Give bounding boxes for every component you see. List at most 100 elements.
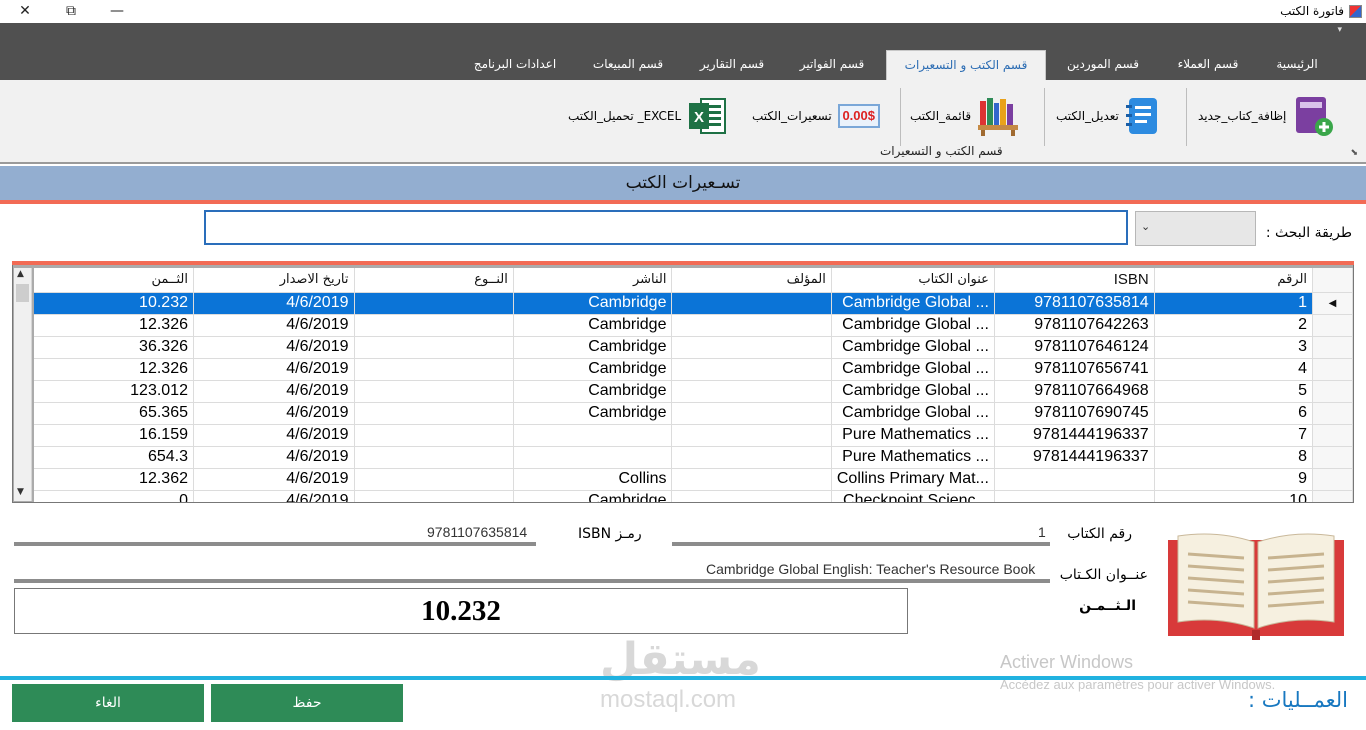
- row-header[interactable]: [1312, 336, 1353, 359]
- cell-release-date[interactable]: 4/6/2019: [193, 468, 355, 491]
- cell-author[interactable]: [671, 424, 832, 447]
- cell-publisher[interactable]: Cambridge: [513, 292, 673, 315]
- cell-release-date[interactable]: 4/6/2019: [193, 380, 355, 403]
- cancel-button[interactable]: الغاء: [12, 684, 204, 722]
- cell-isbn[interactable]: 9781107690745: [994, 402, 1155, 425]
- book-number-value[interactable]: 1: [1038, 524, 1046, 540]
- cell-number[interactable]: 8: [1154, 446, 1314, 469]
- group-launcher-icon[interactable]: ⬊: [1350, 148, 1358, 158]
- column-header-type[interactable]: النــوع: [354, 268, 514, 293]
- table-row[interactable]: 65.365 4/6/2019 Cambridge Cambridge Global …: [34, 402, 1353, 425]
- book-title-value[interactable]: Cambridge Global English: Teacher's Reso…: [706, 561, 1035, 577]
- vertical-scrollbar[interactable]: ▲ ▼: [14, 268, 32, 501]
- cell-title[interactable]: Collins Primary Mat...: [831, 468, 995, 491]
- tab-suppliers[interactable]: قسم الموردين: [1050, 50, 1156, 80]
- cell-price[interactable]: 10.232: [34, 292, 194, 315]
- save-button[interactable]: حفظ: [211, 684, 403, 722]
- cell-release-date[interactable]: 4/6/2019: [193, 490, 355, 502]
- cell-type[interactable]: [354, 358, 514, 381]
- cell-publisher[interactable]: Cambridge: [513, 380, 673, 403]
- close-icon[interactable]: ✕: [14, 2, 36, 20]
- tab-reports[interactable]: قسم التقارير: [684, 50, 780, 80]
- cell-number[interactable]: 3: [1154, 336, 1314, 359]
- cell-release-date[interactable]: 4/6/2019: [193, 336, 355, 359]
- minimize-icon[interactable]: —: [106, 2, 128, 20]
- table-row[interactable]: 12.326 4/6/2019 Cambridge Cambridge Global …: [34, 314, 1353, 337]
- cell-price[interactable]: 654.3: [34, 446, 194, 469]
- scroll-up-icon[interactable]: ▲: [17, 269, 24, 279]
- cell-isbn[interactable]: 9781107635814: [994, 292, 1155, 315]
- cell-title[interactable]: Cambridge Global ...: [831, 336, 995, 359]
- column-header-number[interactable]: الرقم: [1154, 268, 1314, 293]
- column-header-isbn[interactable]: ISBN: [994, 268, 1155, 293]
- cell-number[interactable]: 7: [1154, 424, 1314, 447]
- cell-price[interactable]: 12.326: [34, 358, 194, 381]
- column-header-release-date[interactable]: تاريخ الاصدار: [193, 268, 355, 293]
- scroll-down-icon[interactable]: ▼: [17, 487, 24, 497]
- tab-sales[interactable]: قسم المبيعات: [576, 50, 680, 80]
- scroll-thumb[interactable]: [16, 284, 29, 302]
- row-header[interactable]: [1312, 380, 1353, 403]
- row-header[interactable]: [1312, 314, 1353, 337]
- cell-title[interactable]: Cambridge Global ...: [831, 402, 995, 425]
- current-row-indicator-icon[interactable]: ◀: [1312, 292, 1353, 315]
- cell-author[interactable]: [671, 358, 832, 381]
- cell-type[interactable]: [354, 292, 514, 315]
- table-row[interactable]: 10.232 4/6/2019 Cambridge Cambridge Global …: [34, 292, 1353, 315]
- cell-release-date[interactable]: 4/6/2019: [193, 292, 355, 315]
- cell-publisher[interactable]: [513, 424, 673, 447]
- cell-price[interactable]: 12.362: [34, 468, 194, 491]
- cell-price[interactable]: 36.326: [34, 336, 194, 359]
- cell-type[interactable]: [354, 424, 514, 447]
- book-pricing-button[interactable]: 0.00$ تسعيرات_الكتب: [752, 94, 880, 138]
- cell-type[interactable]: [354, 490, 514, 502]
- search-input[interactable]: [204, 210, 1128, 245]
- edit-books-button[interactable]: تعديل_الكتب: [1056, 94, 1161, 138]
- tab-settings[interactable]: اعدادات البرنامج: [458, 50, 572, 80]
- cell-author[interactable]: [671, 314, 832, 337]
- restore-icon[interactable]: ⧉: [60, 2, 82, 20]
- cell-release-date[interactable]: 4/6/2019: [193, 424, 355, 447]
- cell-publisher[interactable]: Cambridge: [513, 336, 673, 359]
- column-header-publisher[interactable]: الناشر: [513, 268, 673, 293]
- cell-type[interactable]: [354, 402, 514, 425]
- table-row[interactable]: 12.326 4/6/2019 Cambridge Cambridge Global …: [34, 358, 1353, 381]
- cell-isbn[interactable]: 9781444196337: [994, 446, 1155, 469]
- row-header[interactable]: [1312, 446, 1353, 469]
- cell-type[interactable]: [354, 468, 514, 491]
- cell-type[interactable]: [354, 314, 514, 337]
- table-row[interactable]: 0 4/6/2019 Cambridge Checkpoint Scienc... 10: [34, 490, 1353, 502]
- cell-author[interactable]: [671, 468, 832, 491]
- cell-isbn[interactable]: 9781107664968: [994, 380, 1155, 403]
- cell-title[interactable]: Cambridge Global ...: [831, 358, 995, 381]
- cell-price[interactable]: 123.012: [34, 380, 194, 403]
- add-book-button[interactable]: إظافة_كتاب_جديد: [1198, 94, 1336, 138]
- cell-price[interactable]: 0: [34, 490, 194, 502]
- table-row[interactable]: 654.3 4/6/2019 Pure Mathematics ... 9781444…: [34, 446, 1353, 469]
- cell-number[interactable]: 9: [1154, 468, 1314, 491]
- price-field[interactable]: 10.232: [14, 588, 908, 634]
- table-row[interactable]: 36.326 4/6/2019 Cambridge Cambridge Global …: [34, 336, 1353, 359]
- row-header[interactable]: [1312, 358, 1353, 381]
- row-header[interactable]: [1312, 402, 1353, 425]
- table-row[interactable]: 12.362 4/6/2019 Collins Collins Primary Mat…: [34, 468, 1353, 491]
- excel-import-button[interactable]: X EXCEL_ تحميل_الكتب: [568, 94, 727, 138]
- cell-publisher[interactable]: Cambridge: [513, 402, 673, 425]
- table-row[interactable]: 123.012 4/6/2019 Cambridge Cambridge Global…: [34, 380, 1353, 403]
- column-header-title[interactable]: عنوان الكتاب: [831, 268, 995, 293]
- cell-release-date[interactable]: 4/6/2019: [193, 358, 355, 381]
- cell-isbn[interactable]: 9781107646124: [994, 336, 1155, 359]
- cell-number[interactable]: 1: [1154, 292, 1314, 315]
- cell-publisher[interactable]: Cambridge: [513, 490, 673, 502]
- cell-number[interactable]: 4: [1154, 358, 1314, 381]
- isbn-value[interactable]: 9781107635814: [427, 524, 527, 540]
- cell-isbn[interactable]: 9781107642263: [994, 314, 1155, 337]
- cell-release-date[interactable]: 4/6/2019: [193, 446, 355, 469]
- cell-publisher[interactable]: Cambridge: [513, 314, 673, 337]
- search-method-select[interactable]: ⌄: [1135, 211, 1256, 246]
- tab-books-pricing[interactable]: قسم الكتب و التسعيرات: [886, 50, 1046, 80]
- cell-release-date[interactable]: 4/6/2019: [193, 402, 355, 425]
- cell-title[interactable]: Pure Mathematics ...: [831, 424, 995, 447]
- cell-title[interactable]: Cambridge Global ...: [831, 380, 995, 403]
- cell-price[interactable]: 12.326: [34, 314, 194, 337]
